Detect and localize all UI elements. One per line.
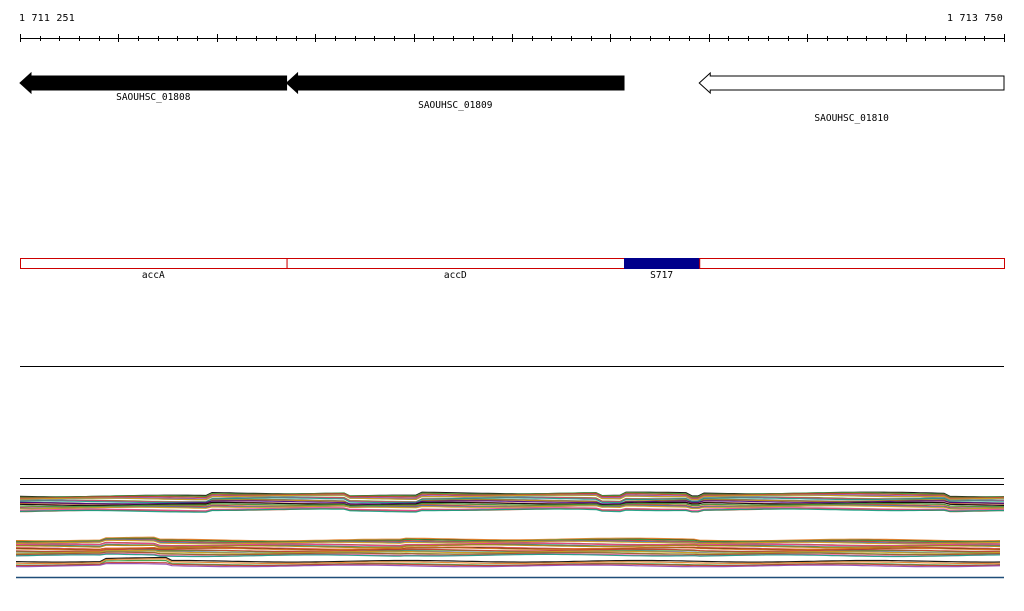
gene-label: SAOUHSC_01810 [814,113,889,124]
feature-label: accA [141,270,165,281]
gene-label: SAOUHSC_01809 [418,100,493,111]
gene-label: SAOUHSC_01808 [116,92,191,103]
feature-label: S717 [650,270,674,281]
feature-label: accD [443,270,467,281]
